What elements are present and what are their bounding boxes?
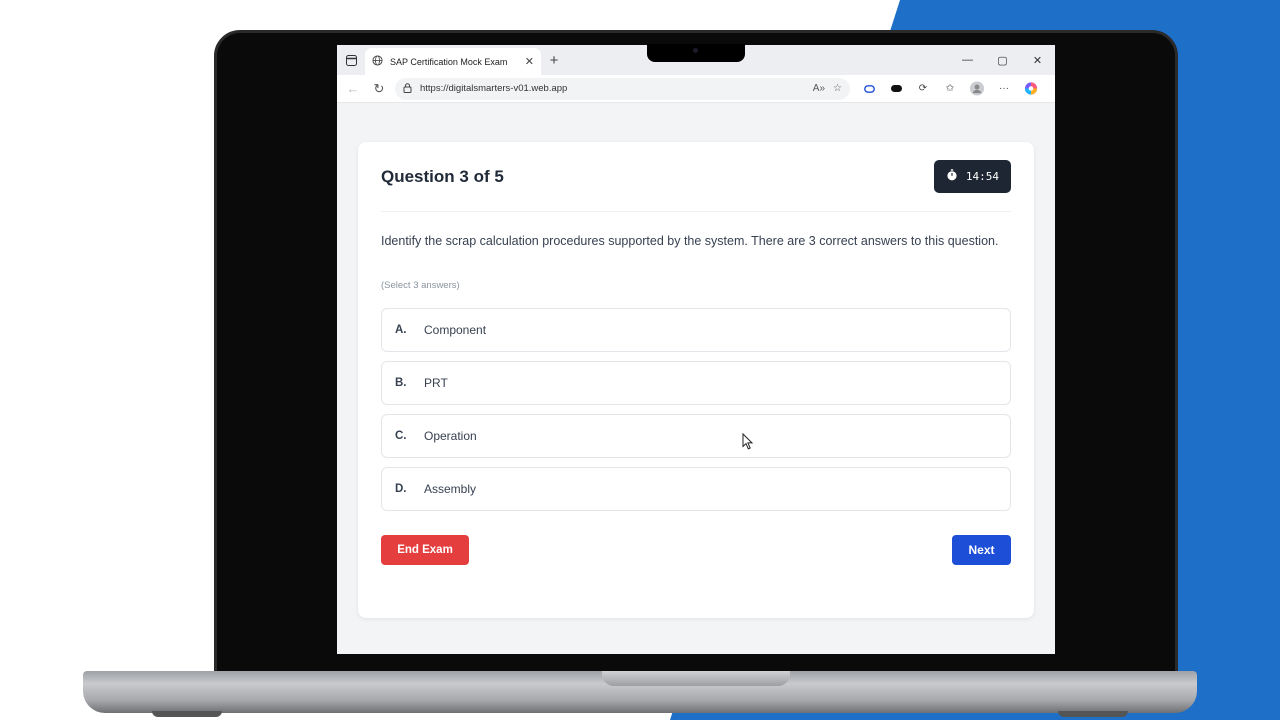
- card-footer: End Exam Next: [381, 535, 1011, 565]
- option-text: Component: [424, 323, 487, 337]
- browser-window: SAP Certification Mock Exam ✕ + — ▢ ✕ ← …: [337, 45, 1055, 654]
- selection-hint: (Select 3 answers): [381, 280, 460, 291]
- option-letter: D.: [395, 483, 407, 495]
- question-title: Question 3 of 5: [381, 166, 504, 186]
- close-icon[interactable]: ✕: [525, 55, 534, 68]
- read-aloud-icon[interactable]: A»: [813, 83, 825, 94]
- url-field[interactable]: https://digitalsmarters-v01.web.app A» ☆: [395, 77, 850, 100]
- option-letter: C.: [395, 430, 407, 442]
- camera-notch: [647, 44, 745, 62]
- card-header: Question 3 of 5 14:54: [381, 142, 1011, 212]
- next-button[interactable]: Next: [952, 535, 1011, 565]
- option-text: PRT: [424, 376, 448, 390]
- timer-value: 14:54: [965, 170, 999, 183]
- extension-icon[interactable]: ⟳: [916, 82, 930, 96]
- mouse-cursor-icon: [742, 432, 754, 455]
- back-icon[interactable]: ←: [343, 81, 363, 96]
- lock-icon: [403, 80, 412, 98]
- tab-title: SAP Certification Mock Exam: [390, 56, 508, 67]
- option-text: Operation: [424, 429, 477, 443]
- minimize-icon[interactable]: —: [950, 45, 985, 75]
- toolbar-icons: ⟳ ✩ ···: [862, 81, 1038, 96]
- option-text: Assembly: [424, 482, 477, 496]
- answer-option-c[interactable]: C. Operation: [381, 414, 1011, 458]
- sidebar-icon[interactable]: [337, 45, 365, 75]
- video-frame: SAP Certification Mock Exam ✕ + — ▢ ✕ ← …: [0, 0, 1280, 720]
- star-icon[interactable]: ☆: [833, 83, 842, 94]
- extension-icon[interactable]: [889, 82, 903, 96]
- option-letter: A.: [395, 324, 407, 336]
- question-text: Identify the scrap calculation procedure…: [381, 234, 999, 248]
- url-actions: A» ☆: [813, 83, 842, 94]
- camera-icon: [693, 48, 698, 53]
- favorites-icon[interactable]: ✩: [943, 82, 957, 96]
- extension-icon[interactable]: [862, 82, 876, 96]
- browser-tab[interactable]: SAP Certification Mock Exam ✕: [365, 48, 541, 75]
- answer-options: A. Component B. PRT C. Operation D. Asse…: [381, 308, 1011, 511]
- laptop-foot: [152, 711, 222, 717]
- answer-option-d[interactable]: D. Assembly: [381, 467, 1011, 511]
- more-icon[interactable]: ···: [997, 82, 1011, 96]
- url-text: https://digitalsmarters-v01.web.app: [420, 83, 568, 94]
- laptop-groove: [602, 671, 790, 686]
- address-bar: ← ↻ https://digitalsmarters-v01.web.app …: [337, 75, 1055, 103]
- timer: 14:54: [933, 160, 1011, 193]
- refresh-icon[interactable]: ↻: [369, 81, 389, 97]
- copilot-icon[interactable]: [1024, 82, 1038, 96]
- answer-option-a[interactable]: A. Component: [381, 308, 1011, 352]
- end-exam-button[interactable]: End Exam: [381, 535, 469, 565]
- laptop-foot: [1058, 711, 1128, 717]
- maximize-icon[interactable]: ▢: [985, 45, 1020, 75]
- window-controls: — ▢ ✕: [950, 45, 1055, 75]
- profile-icon[interactable]: [970, 81, 984, 96]
- globe-icon: [372, 53, 383, 71]
- close-window-icon[interactable]: ✕: [1020, 45, 1055, 75]
- plus-icon[interactable]: +: [541, 52, 567, 69]
- stopwatch-icon: [946, 169, 958, 184]
- question-card: Question 3 of 5 14:54 Identify the scrap…: [358, 142, 1034, 618]
- option-letter: B.: [395, 377, 407, 389]
- answer-option-b[interactable]: B. PRT: [381, 361, 1011, 405]
